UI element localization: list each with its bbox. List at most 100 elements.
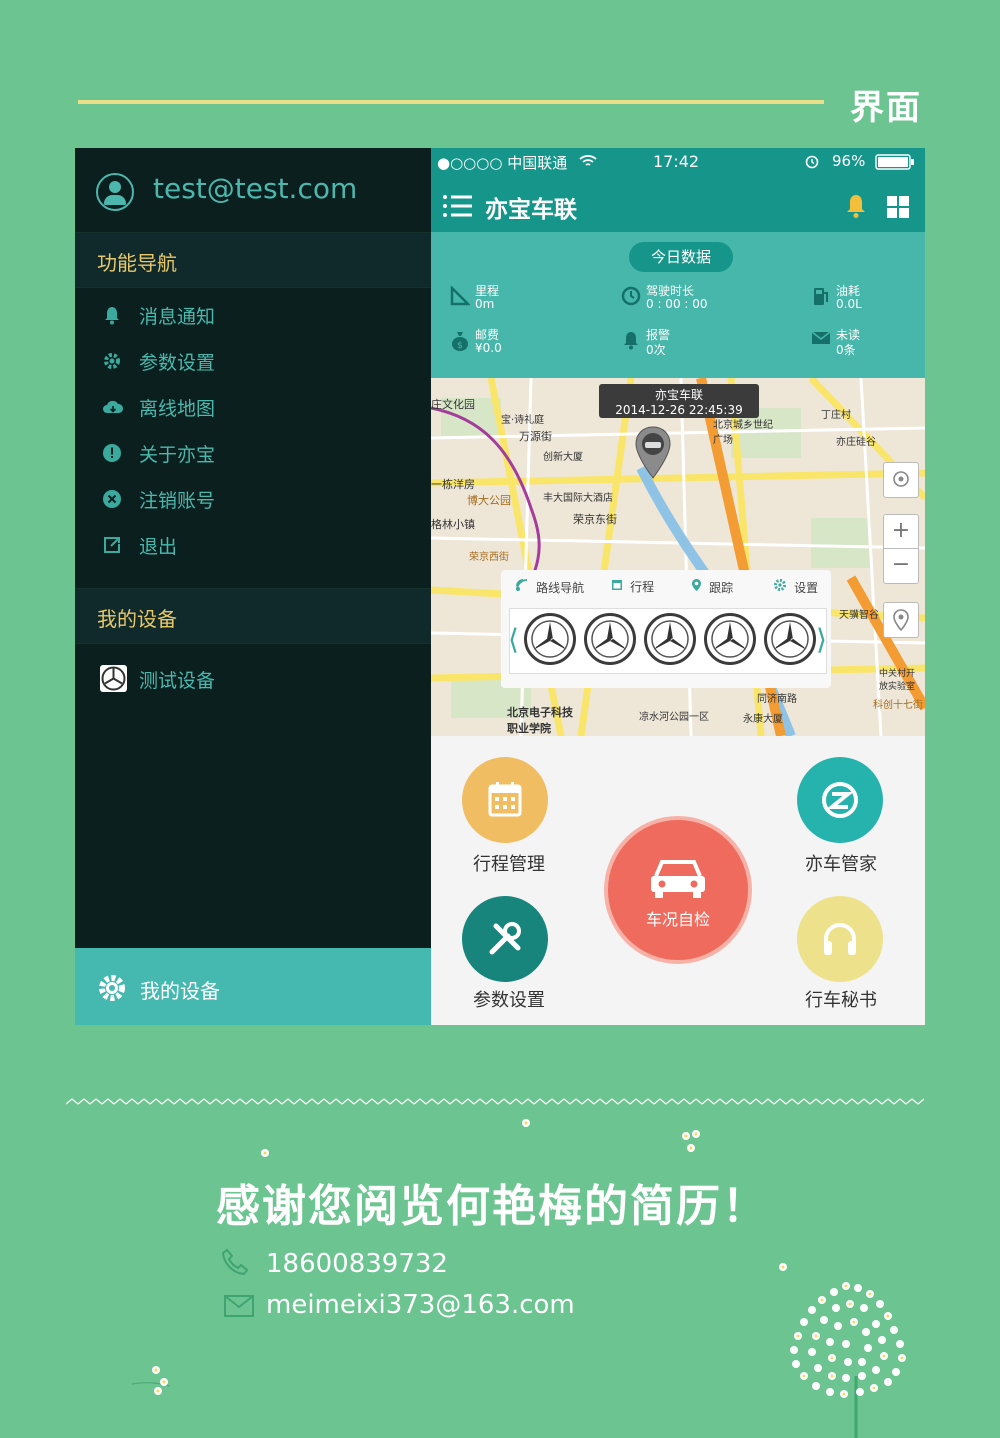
my-device-label: 我的设备: [140, 979, 220, 1003]
driving-secretary-button[interactable]: [797, 896, 883, 982]
trip-management-button[interactable]: [462, 757, 548, 843]
map-action-panel: 路线导航 行程 跟踪 设置 ⟨ ⟩: [501, 570, 831, 688]
zoom-out-button[interactable]: −: [883, 548, 919, 584]
locate-button[interactable]: [883, 462, 919, 498]
avatar-icon[interactable]: [96, 173, 134, 211]
nav-item-notifications[interactable]: 消息通知: [97, 300, 397, 330]
stat-mileage: 里程 0m: [449, 282, 579, 316]
navigation-drawer: test@test.com 功能导航 消息通知 参数设置 离线地图 关于亦宝 注…: [75, 148, 431, 1025]
map-label: 科创十七街: [873, 700, 923, 711]
app-title: 亦宝车联: [485, 197, 577, 223]
calendar-icon: [611, 580, 627, 595]
map-label: 创新大厦: [543, 452, 583, 463]
vehicle-check-button[interactable]: 车况自检: [604, 816, 752, 964]
cloud-download-icon: [102, 397, 124, 417]
route-navigation-tab[interactable]: 路线导航: [515, 578, 584, 596]
map-label: 宝·诗礼庭: [501, 415, 545, 426]
map-label: 荣京西街: [469, 552, 509, 563]
fuel-icon: [810, 286, 832, 308]
settings-tab[interactable]: 设置: [773, 578, 818, 596]
battery-percent: 96%: [832, 152, 866, 170]
nav-item-offline-map[interactable]: 离线地图: [97, 392, 397, 422]
today-data-button[interactable]: 今日数据: [629, 242, 733, 272]
car-location-pin-icon[interactable]: [635, 426, 671, 484]
user-email: test@test.com: [153, 172, 358, 205]
nav-item-label: 离线地图: [139, 398, 216, 420]
stats-panel: 今日数据 里程 0m 驾驶时长 0 : 00 : 00 油耗 0.0L $ 邮费…: [431, 232, 925, 378]
carrier-signal: ●○○○○ 中国联通: [437, 154, 568, 172]
nav-item-label: 关于亦宝: [139, 444, 216, 466]
gear-icon: [773, 579, 791, 596]
device-section-title: 我的设备: [97, 607, 177, 631]
zoom-in-button[interactable]: +: [883, 514, 919, 549]
trip-tab[interactable]: 行程: [611, 578, 654, 595]
vehicle-logo[interactable]: [524, 613, 576, 665]
track-tab[interactable]: 跟踪: [691, 578, 733, 596]
map-label: 中关村开放实验室: [879, 669, 916, 692]
chevron-left-icon[interactable]: ⟨: [508, 623, 519, 656]
satellite-icon: [515, 579, 533, 596]
ruler-icon: [449, 284, 472, 308]
nav-item-about[interactable]: 关于亦宝: [97, 438, 397, 468]
flower-sprig-icon: [131, 1366, 171, 1395]
map-label: 万源街: [519, 430, 552, 443]
vehicle-logo-carousel: ⟨ ⟩: [508, 608, 827, 674]
feature-label: 行车秘书: [805, 990, 877, 1011]
info-title: 亦宝车联: [654, 388, 703, 402]
alarm-icon: [620, 330, 642, 352]
nav-item-label: 消息通知: [139, 306, 216, 328]
vehicle-logo[interactable]: [764, 613, 816, 665]
menu-icon[interactable]: [442, 194, 474, 222]
stat-fee: $ 邮费 ¥0.0: [449, 326, 579, 360]
map-label: 格林小镇: [431, 518, 475, 531]
plus-icon: +: [891, 518, 911, 543]
feature-label: 参数设置: [473, 990, 545, 1011]
vehicle-logo[interactable]: [584, 613, 636, 665]
map-label: 凉水河公园一区: [639, 712, 709, 723]
map-label: 荣京东街: [573, 513, 617, 526]
stat-unread: 未读 0条: [810, 326, 925, 360]
bell-icon[interactable]: [845, 193, 867, 223]
mercedes-logo-icon: [100, 665, 127, 692]
nav-item-logout-account[interactable]: 注销账号: [97, 484, 397, 514]
nav-item-label: 参数设置: [139, 352, 216, 374]
stat-fuel: 油耗 0.0L: [810, 282, 925, 316]
map-label: 北京城乡世纪广场: [713, 420, 773, 446]
chevron-right-icon[interactable]: ⟩: [816, 623, 827, 656]
vehicle-logo[interactable]: [644, 613, 696, 665]
map-label: 同济南路: [757, 694, 797, 705]
my-device-bar[interactable]: 我的设备: [75, 948, 431, 1025]
marker-button[interactable]: [883, 602, 919, 638]
mail-icon: [224, 1295, 254, 1317]
feature-label: 亦车管家: [805, 854, 877, 875]
map-label: 永康大厦: [743, 714, 783, 725]
exit-icon: [102, 535, 122, 555]
parameter-settings-button[interactable]: [462, 896, 548, 982]
stat-drive-time: 驾驶时长 0 : 00 : 00: [620, 282, 750, 316]
app-bar: 亦宝车联: [431, 176, 925, 232]
page-title: 界面: [850, 88, 922, 128]
phone-screen: ●○○○○ 中国联通 17:42 96% 亦宝车联 今日数据 里程 0m 驾驶时…: [431, 148, 925, 1025]
vehicle-logo[interactable]: [704, 613, 756, 665]
tab-label: 行程: [630, 580, 655, 594]
map-label: 亦庄硅谷: [836, 437, 876, 448]
map-view[interactable]: 庄文化园 宝·诗礼庭 万源街 北京城乡世纪广场 丁庄村 亦庄硅谷 创新大厦 一栋…: [431, 378, 925, 736]
info-time: 2014-12-26 22:45:39: [615, 403, 743, 417]
grid-icon[interactable]: [887, 196, 909, 222]
wifi-icon: [579, 154, 597, 172]
nav-item-settings[interactable]: 参数设置: [97, 346, 397, 376]
nav-item-exit[interactable]: 退出: [97, 530, 397, 560]
map-label: 庄文化园: [431, 398, 475, 411]
nav-section-title: 功能导航: [97, 251, 177, 275]
drawer-user-header: test@test.com: [75, 148, 431, 233]
thanks-message: 感谢您阅览何艳梅的简历！: [216, 1181, 768, 1232]
map-label: 博大公园: [467, 494, 511, 507]
status-time: 17:42: [653, 152, 700, 171]
car-butler-button[interactable]: [797, 757, 883, 843]
header-divider-line: [78, 100, 824, 104]
contact-phone: 18600839732: [266, 1249, 448, 1279]
stat-value: 0m: [475, 297, 495, 311]
device-item[interactable]: 测试设备: [97, 664, 397, 694]
tab-label: 设置: [794, 581, 819, 595]
swirl-logo-icon: [822, 782, 858, 818]
